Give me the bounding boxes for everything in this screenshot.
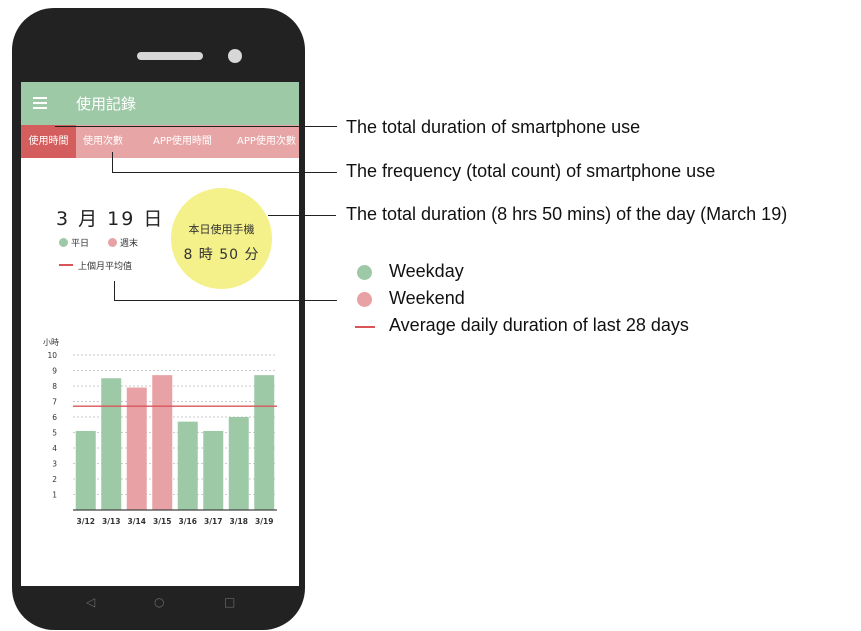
annotation-tab-frequency: The frequency (total count) of smartphon… [346, 161, 716, 181]
legend-average-label: Average daily duration of last 28 days [389, 315, 689, 335]
x-tick-label: 3/13 [102, 517, 120, 526]
x-tick-label: 3/18 [230, 517, 248, 526]
x-tick-label: 3/14 [128, 517, 146, 526]
recents-icon[interactable]: □ [224, 595, 235, 609]
legend-average-line-icon [355, 326, 375, 328]
bar-3-13 [101, 378, 122, 510]
y-tick-label: 9 [52, 367, 57, 376]
speaker-grille [137, 52, 203, 60]
leader-line-average-h [114, 300, 337, 301]
tab-usage-count[interactable]: 使用次數 [83, 125, 123, 158]
mini-legend-average: 上個月平均值 [59, 259, 132, 272]
mini-legend-average-label: 上個月平均值 [78, 262, 133, 272]
y-tick-label: 1 [52, 491, 57, 500]
mini-legend-weekday-label: 平日 [71, 239, 90, 249]
leader-line-tab-frequency-h [112, 172, 337, 173]
today-total-bubble: 本日使用手機 8 時 50 分 [171, 188, 272, 289]
front-camera [228, 49, 242, 63]
x-tick-label: 3/17 [204, 517, 222, 526]
x-tick-label: 3/15 [153, 517, 171, 526]
tab-bar: 使用時間 使用次數 APP使用時間 APP使用次數 [21, 125, 299, 158]
selected-date: 3 月 19 日 [56, 208, 165, 230]
app-title: 使用記錄 [76, 95, 137, 113]
android-nav-bar: ◁ ○ □ [21, 586, 299, 622]
y-tick-label: 3 [52, 460, 57, 469]
bar-3-19 [254, 375, 275, 510]
today-total-label: 本日使用手機 [188, 223, 255, 236]
y-tick-label: 10 [47, 351, 57, 360]
tab-usage-time[interactable]: 使用時間 [21, 125, 76, 158]
bar-3-18 [228, 417, 249, 510]
legend-weekday-label: Weekday [389, 261, 464, 281]
x-tick-label: 3/12 [77, 517, 95, 526]
x-tick-label: 3/16 [179, 517, 197, 526]
x-tick-label: 3/19 [255, 517, 273, 526]
annotation-day-total: The total duration (8 hrs 50 mins) of th… [346, 204, 788, 224]
y-tick-label: 7 [52, 398, 57, 407]
y-tick-label: 2 [52, 475, 57, 484]
average-line-icon [59, 264, 73, 266]
tab-app-usage-count[interactable]: APP使用次數 [237, 125, 296, 158]
back-icon[interactable]: ◁ [86, 595, 95, 609]
leader-line-tab-frequency-v [112, 152, 113, 172]
legend-weekend-dot-icon [357, 292, 372, 307]
y-tick-label: 5 [52, 429, 57, 438]
hamburger-menu-icon[interactable] [33, 97, 47, 109]
usage-bar-chart: 小時 1 2 3 4 5 6 7 8 9 10 3/12 3/13 3/14 3/15 3/16 3/17 3/1… [43, 338, 277, 526]
leader-line-day-total [268, 215, 336, 216]
leader-line-tab-duration [55, 126, 337, 127]
tab-app-usage-time[interactable]: APP使用時間 [153, 125, 212, 158]
annotation-tab-duration: The total duration of smartphone use [346, 117, 641, 137]
weekend-dot-icon [108, 238, 117, 247]
bar-3-12 [75, 430, 96, 510]
legend-weekend-label: Weekend [389, 288, 465, 308]
phone-screen: 使用記錄 使用時間 使用次數 APP使用時間 APP使用次數 3 月 19 日 … [21, 82, 299, 586]
y-tick-label: 8 [52, 382, 57, 391]
y-axis-label: 小時 [43, 338, 59, 347]
mini-legend-weekday: 平日 [59, 236, 89, 249]
bar-3-17 [203, 430, 224, 510]
y-tick-label: 6 [52, 413, 57, 422]
y-tick-label: 4 [52, 444, 57, 453]
weekday-dot-icon [59, 238, 68, 247]
mini-legend-weekend: 週末 [108, 236, 138, 249]
today-total-value: 8 時 50 分 [183, 247, 260, 263]
bar-3-15 [152, 375, 173, 510]
legend-weekday-dot-icon [357, 265, 372, 280]
bar-3-16 [177, 421, 198, 510]
home-icon[interactable]: ○ [154, 595, 164, 609]
app-bar: 使用記錄 [21, 82, 299, 125]
mini-legend-weekend-label: 週末 [120, 239, 139, 249]
leader-line-average-v [114, 281, 115, 300]
